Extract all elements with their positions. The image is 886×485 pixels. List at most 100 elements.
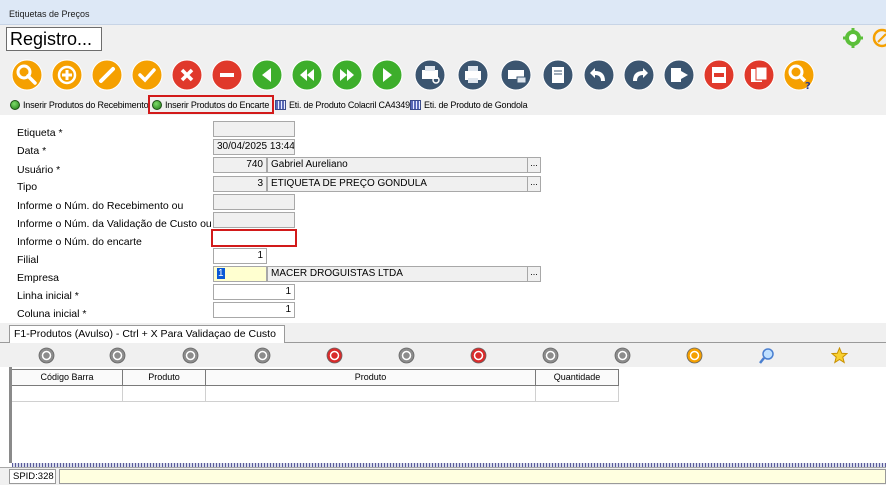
start-column-field[interactable]: 1	[213, 302, 295, 318]
gear-icon[interactable]	[843, 28, 863, 48]
table-row[interactable]	[12, 386, 619, 402]
spid-indicator: SPID:328	[9, 469, 56, 484]
filial-label: Filial	[17, 254, 39, 266]
last-icon	[371, 59, 403, 91]
insert-flyer-products-button[interactable]: Inserir Produtos do Encarte	[148, 95, 275, 114]
type-code-field[interactable]: 3	[213, 176, 267, 192]
add-button[interactable]	[51, 59, 83, 91]
add-icon	[51, 59, 83, 91]
edit-icon	[91, 59, 123, 91]
search-button[interactable]	[11, 59, 43, 91]
gondola-label-button[interactable]: Eti. de Produto de Gondola	[410, 96, 528, 113]
last-record-icon[interactable]	[254, 347, 271, 364]
validacao-label: Informe o Núm. da Validação de Custo ou	[17, 218, 212, 230]
previous-icon	[291, 59, 323, 91]
date-field[interactable]: 30/04/2025 13:44:24	[213, 139, 295, 155]
tab-products[interactable]: F1-Produtos (Avulso) - Ctrl + X Para Val…	[9, 325, 285, 344]
flyer-number-field[interactable]	[211, 229, 297, 247]
redo-icon	[623, 59, 655, 91]
grid-navigator	[0, 343, 886, 367]
print-preview-button[interactable]	[414, 59, 446, 91]
table-cell[interactable]	[12, 386, 123, 402]
delete-record-icon[interactable]	[398, 347, 415, 364]
previous-button[interactable]	[291, 59, 323, 91]
status-bar: SPID:328	[0, 467, 886, 485]
redo-button[interactable]	[623, 59, 655, 91]
favorite-star-icon[interactable]	[830, 346, 849, 364]
column-header-quantity[interactable]: Quantidade	[536, 370, 619, 386]
edit-record-icon[interactable]	[470, 347, 487, 364]
edit-button[interactable]	[91, 59, 123, 91]
svg-text:?: ?	[805, 81, 811, 91]
print-email-button[interactable]	[500, 59, 532, 91]
undo-button[interactable]	[583, 59, 615, 91]
cancel-icon	[171, 59, 203, 91]
status-message-area	[59, 469, 886, 484]
table-cell[interactable]	[536, 386, 619, 402]
cancel-button[interactable]	[171, 59, 203, 91]
help-search-button[interactable]: ?	[783, 59, 815, 91]
ged-button[interactable]	[542, 59, 574, 91]
insert-receipt-products-button[interactable]: Inserir Produtos do Recebimento	[10, 96, 149, 113]
empresa-label: Empresa	[17, 272, 60, 284]
post-record-icon[interactable]	[542, 347, 559, 364]
type-name-field: ETIQUETA DE PREÇO GONDULA	[267, 176, 528, 192]
type-lookup-button[interactable]: ...	[527, 176, 541, 192]
main-toolbar: ?	[0, 55, 886, 95]
grid-icon	[410, 99, 421, 110]
search-icon	[11, 59, 43, 91]
list-export-button[interactable]	[663, 59, 695, 91]
cost-validation-field[interactable]	[213, 212, 295, 228]
search-icon[interactable]	[759, 347, 776, 364]
print-button[interactable]	[457, 59, 489, 91]
coluna-label: Coluna inicial *	[17, 308, 87, 320]
column-header-product-name[interactable]: Produto	[206, 370, 536, 386]
close-session-icon[interactable]	[872, 28, 886, 48]
first-record-icon[interactable]	[38, 347, 55, 364]
insert-record-icon[interactable]	[326, 347, 343, 364]
remove-icon	[211, 59, 243, 91]
table-cell[interactable]	[123, 386, 206, 402]
confirm-button[interactable]	[131, 59, 163, 91]
cancel-record-icon[interactable]	[614, 347, 631, 364]
list-export-icon	[663, 59, 695, 91]
refresh-icon[interactable]	[686, 347, 703, 364]
ged-icon	[542, 59, 574, 91]
colacril-label-button[interactable]: Eti. de Produto Colacril CA4349	[275, 96, 410, 113]
receipt-number-field[interactable]	[213, 194, 295, 210]
next-button[interactable]	[331, 59, 363, 91]
recebimento-label: Informe o Núm. do Recebimento ou	[17, 200, 184, 212]
prior-record-icon[interactable]	[109, 347, 126, 364]
company-code-field[interactable]: 1	[213, 266, 267, 282]
next-record-icon[interactable]	[182, 347, 199, 364]
first-button[interactable]	[251, 59, 283, 91]
print-icon	[457, 59, 489, 91]
label-form: Etiqueta * Data * 30/04/2025 13:44:24 Us…	[0, 115, 886, 323]
branch-field[interactable]: 1	[213, 248, 267, 264]
edi-icon	[703, 59, 735, 91]
column-header-product-code[interactable]: Produto	[123, 370, 206, 386]
usuario-label: Usuário *	[17, 164, 61, 176]
remove-button[interactable]	[211, 59, 243, 91]
column-header-barcode[interactable]: Código Barra	[12, 370, 123, 386]
action-label: Eti. de Produto de Gondola	[424, 99, 528, 110]
copy-edit-button[interactable]	[743, 59, 775, 91]
user-code-field[interactable]: 740	[213, 157, 267, 173]
table-cell[interactable]	[206, 386, 536, 402]
header-bar: Registro...	[0, 25, 886, 55]
first-icon	[251, 59, 283, 91]
action-label: Inserir Produtos do Recebimento	[23, 99, 149, 110]
company-lookup-button[interactable]: ...	[527, 266, 541, 282]
next-icon	[331, 59, 363, 91]
encarte-label: Informe o Núm. do encarte	[17, 236, 142, 248]
data-label: Data *	[17, 145, 47, 157]
etiqueta-field[interactable]	[213, 121, 295, 137]
grid-icon	[275, 99, 286, 110]
user-lookup-button[interactable]: ...	[527, 157, 541, 173]
edi-button[interactable]	[703, 59, 735, 91]
print-email-icon	[500, 59, 532, 91]
undo-icon	[583, 59, 615, 91]
grid-header: Código Barra Produto Produto Quantidade	[12, 369, 619, 386]
last-button[interactable]	[371, 59, 403, 91]
start-row-field[interactable]: 1	[213, 284, 295, 300]
